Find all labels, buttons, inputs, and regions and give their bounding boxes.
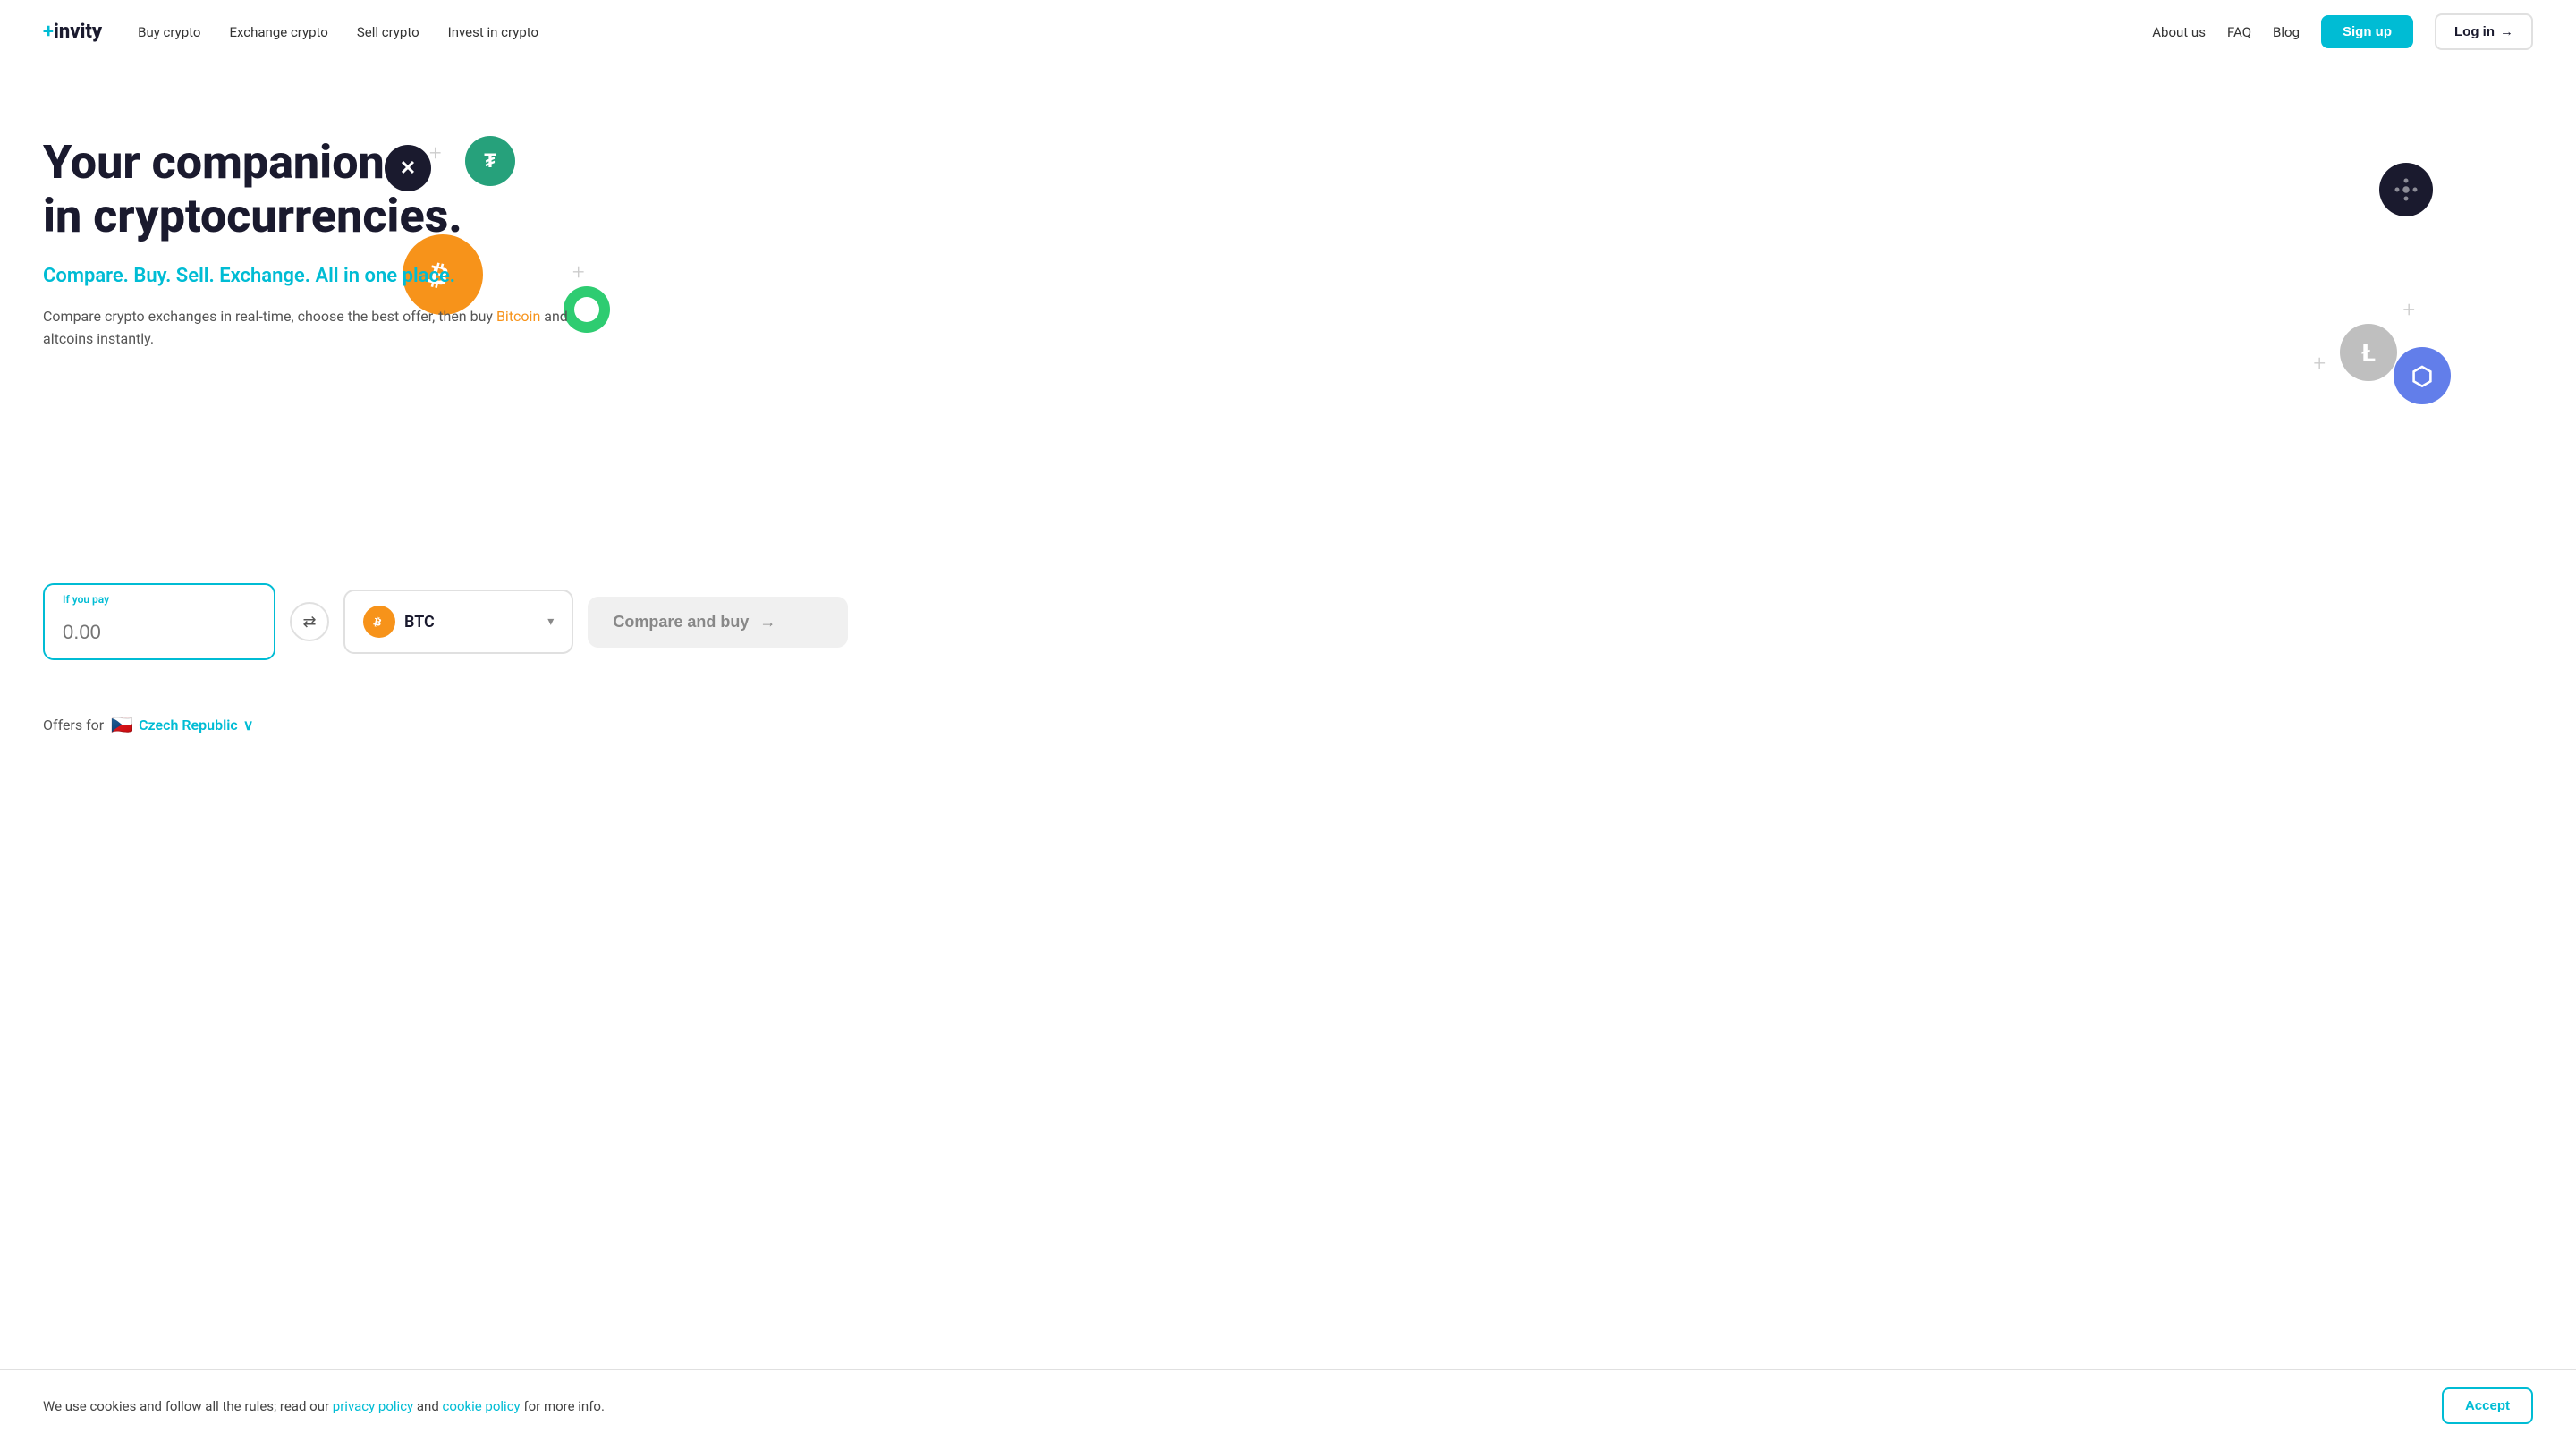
login-arrow-icon: → [2500, 24, 2513, 39]
swap-icon: ⇄ [302, 613, 316, 632]
logo-name: invity [54, 21, 102, 43]
nav-blog[interactable]: Blog [2273, 24, 2300, 40]
litecoin-coin-icon: Ł [2340, 324, 2397, 381]
accept-button[interactable]: Accept [2442, 1387, 2533, 1424]
crypto-select-inner: BTC [363, 606, 435, 638]
swap-button[interactable]: ⇄ [290, 602, 329, 641]
cookie-banner: We use cookies and follow all the rules;… [0, 1369, 2576, 1442]
hero-section: ✕ ₮ Ł ⬡ + + + + Your companion in crypto… [0, 64, 2576, 565]
nav-sell-crypto[interactable]: Sell crypto [357, 24, 419, 40]
privacy-policy-link[interactable]: privacy policy [333, 1398, 413, 1414]
nav-right: About us FAQ Blog Sign up Log in → [2152, 13, 2533, 50]
btc-svg [370, 613, 388, 631]
dark-coin-icon [2379, 163, 2433, 216]
pay-box: If you pay CZK ▾ [43, 583, 275, 660]
hero-desc: Compare crypto exchanges in real-time, c… [43, 305, 580, 351]
nav-left: Buy crypto Exchange crypto Sell crypto I… [138, 24, 538, 40]
nav-invest-crypto[interactable]: Invest in crypto [448, 24, 538, 40]
widget-section: If you pay CZK ▾ ⇄ BTC ▾ Compare and [0, 565, 2576, 696]
login-button[interactable]: Log in → [2435, 13, 2533, 50]
plus-decoration-3: + [2313, 351, 2326, 376]
plus-decoration-4: + [2402, 297, 2415, 322]
nav-faq[interactable]: FAQ [2227, 24, 2251, 40]
network-svg [2393, 176, 2419, 203]
country-name: Czech Republic [139, 717, 238, 734]
country-selector[interactable]: 🇨🇿 Czech Republic ∨ [111, 714, 253, 735]
ethereum-coin-icon: ⬡ [2394, 347, 2451, 404]
nav-buy-crypto[interactable]: Buy crypto [138, 24, 200, 40]
compare-label: Compare and buy [613, 613, 749, 632]
crypto-selector[interactable]: BTC ▾ [343, 590, 573, 654]
amount-input[interactable] [45, 606, 275, 658]
compare-arrow-icon: → [759, 613, 775, 632]
compare-buy-button[interactable]: Compare and buy → [588, 597, 848, 648]
hero-subtitle: Compare. Buy. Sell. Exchange. All in one… [43, 265, 580, 287]
offers-label: Offers for [43, 717, 104, 734]
exchange-widget: If you pay CZK ▾ ⇄ BTC ▾ Compare and [43, 583, 848, 660]
cookie-policy-link[interactable]: cookie policy [443, 1398, 521, 1414]
signup-button[interactable]: Sign up [2321, 15, 2413, 48]
cookie-text: We use cookies and follow all the rules;… [43, 1398, 605, 1414]
logo[interactable]: +invity [43, 21, 102, 43]
pay-label: If you pay [45, 585, 275, 606]
hero-content: Your companion in cryptocurrencies. Comp… [43, 136, 580, 351]
offers-chevron-icon: ∨ [243, 717, 254, 734]
crypto-label: BTC [404, 613, 435, 632]
bitcoin-link[interactable]: Bitcoin [496, 308, 540, 325]
btc-icon-small [363, 606, 395, 638]
nav-exchange-crypto[interactable]: Exchange crypto [229, 24, 327, 40]
navbar: +invity Buy crypto Exchange crypto Sell … [0, 0, 2576, 64]
login-label: Log in [2454, 24, 2495, 39]
logo-plus: + [43, 21, 54, 43]
nav-about-us[interactable]: About us [2152, 24, 2206, 40]
crypto-chevron-icon: ▾ [547, 615, 554, 629]
pay-input-wrapper: If you pay [45, 585, 275, 658]
hero-title: Your companion in cryptocurrencies. [43, 136, 580, 243]
country-flag-icon: 🇨🇿 [111, 714, 133, 735]
offers-row: Offers for 🇨🇿 Czech Republic ∨ [0, 696, 2576, 771]
